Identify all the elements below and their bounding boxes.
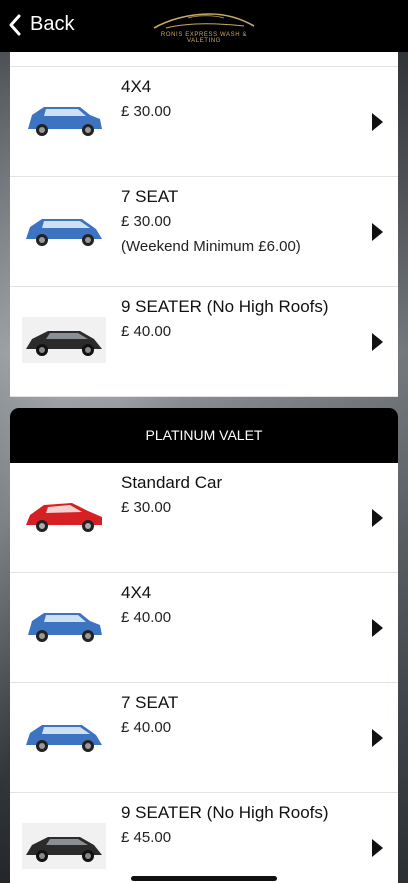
list-item-9-seater[interactable]: 9 SEATER (No High Roofs) £ 40.00 (10, 287, 398, 397)
item-price: £ 40.00 (121, 719, 172, 736)
item-name: 4X4 (121, 583, 152, 602)
list-item-standard-car[interactable]: Standard Car £ 30.00 (10, 463, 398, 573)
car-crossover-image (22, 317, 106, 363)
top-bar: Back RONIS EXPRESS WASH & VALETING (0, 0, 408, 52)
item-price: £ 45.00 (121, 829, 172, 846)
item-price: £ 40.00 (121, 609, 172, 626)
car-mpv-image (26, 219, 102, 246)
item-name: 9 SEATER (No High Roofs) (121, 297, 329, 316)
item-name: 7 SEAT (121, 187, 179, 206)
play-triangle-icon (372, 839, 383, 857)
item-name: 9 SEATER (No High Roofs) (121, 803, 329, 822)
back-button[interactable]: Back (8, 13, 74, 36)
car-crossover-image (22, 823, 106, 869)
car-mpv-image (26, 725, 102, 752)
brand-logo: RONIS EXPRESS WASH & VALETING (148, 8, 260, 44)
section-header-platinum-valet: PLATINUM VALET (10, 408, 398, 463)
home-indicator[interactable] (131, 876, 277, 881)
list-item-7-seat[interactable]: 7 SEAT £ 30.00 (Weekend Minimum £6.00) (10, 177, 398, 287)
item-price: £ 30.00 (121, 213, 172, 230)
play-triangle-icon (372, 333, 383, 351)
play-triangle-icon (372, 509, 383, 527)
car-suv-image (28, 613, 102, 642)
item-note: (Weekend Minimum £6.00) (121, 238, 301, 255)
play-triangle-icon (372, 619, 383, 637)
list-item-4x4[interactable]: 4X4 £ 40.00 (10, 573, 398, 683)
item-name: 4X4 (121, 77, 152, 96)
car-hatchback-image (26, 503, 102, 532)
item-price: £ 30.00 (121, 103, 172, 120)
play-triangle-icon (372, 223, 383, 241)
list-item-7-seat[interactable]: 7 SEAT £ 40.00 (10, 683, 398, 793)
chevron-left-icon (9, 14, 21, 35)
item-name: 7 SEAT (121, 693, 179, 712)
item-name: Standard Car (121, 473, 223, 492)
back-label: Back (30, 13, 75, 35)
play-triangle-icon (372, 729, 383, 747)
item-price: £ 30.00 (121, 499, 172, 516)
car-suv-image (28, 107, 102, 136)
play-triangle-icon (372, 113, 383, 131)
logo-text: RONIS EXPRESS WASH & VALETING (160, 32, 248, 44)
list-item-4x4[interactable]: 4X4 £ 30.00 (10, 67, 398, 177)
item-price: £ 40.00 (121, 323, 172, 340)
list-item-9-seater[interactable]: 9 SEATER (No High Roofs) £ 45.00 (10, 793, 398, 883)
list-top-edge (10, 52, 398, 67)
